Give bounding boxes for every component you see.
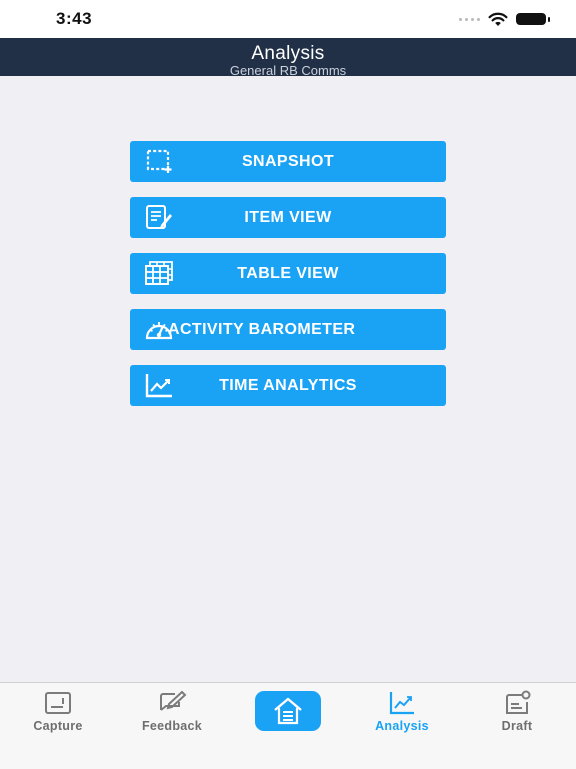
signal-icon: [459, 17, 480, 21]
snapshot-label: SNAPSHOT: [241, 153, 335, 170]
tab-capture[interactable]: Capture: [8, 683, 108, 743]
status-icons: [459, 11, 550, 27]
nav-bar: Analysis General RB Comms: [0, 38, 576, 78]
status-time: 3:43: [56, 9, 93, 28]
page-subtitle: General RB Comms: [229, 63, 347, 78]
analysis-icon: [389, 692, 414, 715]
tab-analysis[interactable]: Analysis: [352, 683, 452, 743]
draft-icon: [506, 690, 531, 714]
table-view-button[interactable]: TABLE VIEW: [130, 253, 446, 294]
tab-draft-label: Draft: [501, 719, 533, 733]
tab-analysis-label: Analysis: [375, 719, 429, 733]
home-icon: [274, 697, 302, 725]
time-analytics-button[interactable]: TIME ANALYTICS: [130, 365, 446, 406]
activity-barometer-button[interactable]: ACTIVITY BAROMETER: [130, 309, 446, 350]
wifi-icon: [488, 12, 508, 26]
analysis-menu: SNAPSHOT ITEM VIEW TABLE VIEW ACTIVITY B…: [130, 141, 446, 421]
status-bar: 3:43: [0, 0, 576, 38]
home-button[interactable]: [255, 691, 321, 731]
tab-feedback-label: Feedback: [141, 719, 203, 733]
capture-icon: [45, 692, 71, 714]
table-view-label: TABLE VIEW: [237, 265, 339, 282]
snapshot-button[interactable]: SNAPSHOT: [130, 141, 446, 182]
battery-icon: [516, 13, 550, 25]
tab-capture-label: Capture: [33, 719, 83, 733]
feedback-icon: [160, 690, 187, 711]
time-analytics-label: TIME ANALYTICS: [219, 377, 357, 394]
item-view-button[interactable]: ITEM VIEW: [130, 197, 446, 238]
tab-draft[interactable]: Draft: [467, 683, 567, 743]
tab-bar: Capture Feedback Analysis Draft: [0, 682, 576, 769]
tab-feedback[interactable]: Feedback: [122, 683, 222, 743]
page-title: Analysis: [251, 43, 325, 64]
activity-barometer-label: ACTIVITY BAROMETER: [168, 321, 356, 338]
item-view-label: ITEM VIEW: [244, 209, 332, 226]
